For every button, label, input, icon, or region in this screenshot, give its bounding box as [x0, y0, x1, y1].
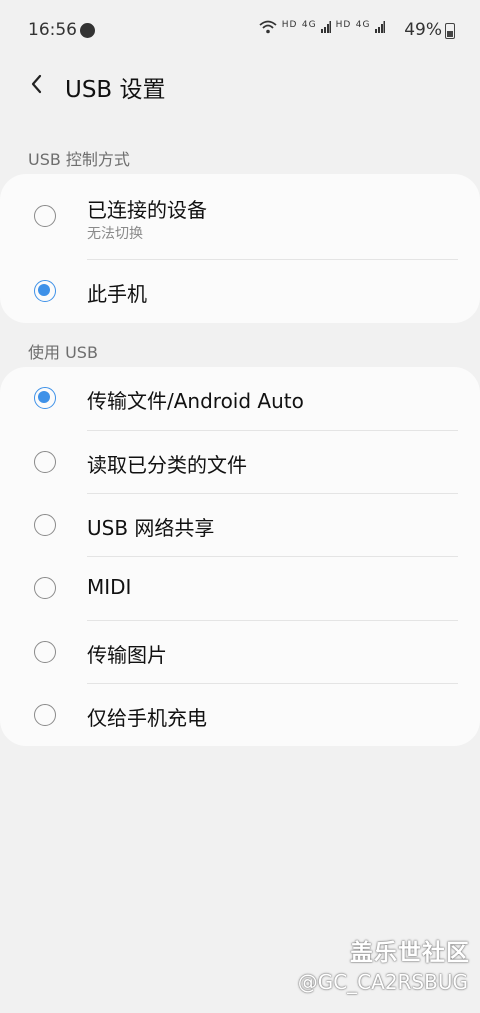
option-label: 传输文件/Android Auto [87, 389, 304, 413]
radio-transfer-images[interactable] [34, 641, 56, 663]
option-this-phone[interactable]: 此手机 [0, 260, 480, 323]
network-type-1: 4G [301, 20, 317, 30]
option-transfer-files[interactable]: 传输文件/Android Auto [0, 367, 480, 430]
option-sublabel: 无法切换 [87, 226, 143, 242]
back-button[interactable] [20, 63, 56, 103]
battery-icon [445, 23, 455, 39]
radio-connected-device[interactable] [34, 205, 56, 227]
battery-percent: 49% [404, 20, 442, 40]
option-label: 已连接的设备 [87, 198, 207, 222]
signal-indicators: HD 4G HD 4G [259, 20, 385, 35]
chevron-left-icon [31, 74, 42, 94]
radio-transfer-files[interactable] [34, 387, 56, 409]
option-label: 此手机 [87, 282, 147, 306]
usb-control-card: 已连接的设备 无法切换 此手机 [0, 174, 480, 323]
radio-midi[interactable] [34, 577, 56, 599]
network-type-2: 4G [355, 20, 371, 30]
use-usb-card: 传输文件/Android Auto 读取已分类的文件 USB 网络共享 MIDI… [0, 367, 480, 746]
signal-icon-2 [375, 21, 385, 33]
option-label: 传输图片 [87, 643, 167, 667]
option-charge-only[interactable]: 仅给手机充电 [0, 684, 480, 746]
watermark-community: 盖乐世社区 [350, 940, 470, 966]
radio-this-phone[interactable] [34, 280, 56, 302]
hd-indicator-2: HD [335, 20, 352, 30]
option-label: USB 网络共享 [87, 516, 215, 540]
radio-usb-tethering[interactable] [34, 514, 56, 536]
section-label-use-usb: 使用 USB [28, 343, 98, 362]
status-time: 16:56 [28, 20, 77, 40]
signal-icon-1 [321, 21, 332, 33]
watermark-user: @GC_CA2RSBUG [297, 970, 468, 994]
option-label: 仅给手机充电 [87, 706, 207, 730]
option-connected-device[interactable]: 已连接的设备 无法切换 [0, 174, 480, 260]
wifi-icon [259, 20, 277, 34]
status-bar: 16:56 HD 4G HD 4G 49% [0, 0, 480, 60]
radio-read-sorted-files[interactable] [34, 451, 56, 473]
section-label-usb-control: USB 控制方式 [28, 150, 130, 169]
option-read-sorted-files[interactable]: 读取已分类的文件 [0, 431, 480, 494]
app-bar: USB 设置 [0, 60, 480, 110]
option-transfer-images[interactable]: 传输图片 [0, 621, 480, 684]
option-midi[interactable]: MIDI [0, 557, 480, 620]
notification-icon [80, 23, 95, 38]
radio-charge-only[interactable] [34, 704, 56, 726]
option-label: MIDI [87, 575, 132, 599]
option-label: 读取已分类的文件 [87, 453, 247, 477]
page-title: USB 设置 [65, 77, 166, 103]
hd-indicator-1: HD [281, 20, 298, 30]
option-usb-tethering[interactable]: USB 网络共享 [0, 494, 480, 557]
